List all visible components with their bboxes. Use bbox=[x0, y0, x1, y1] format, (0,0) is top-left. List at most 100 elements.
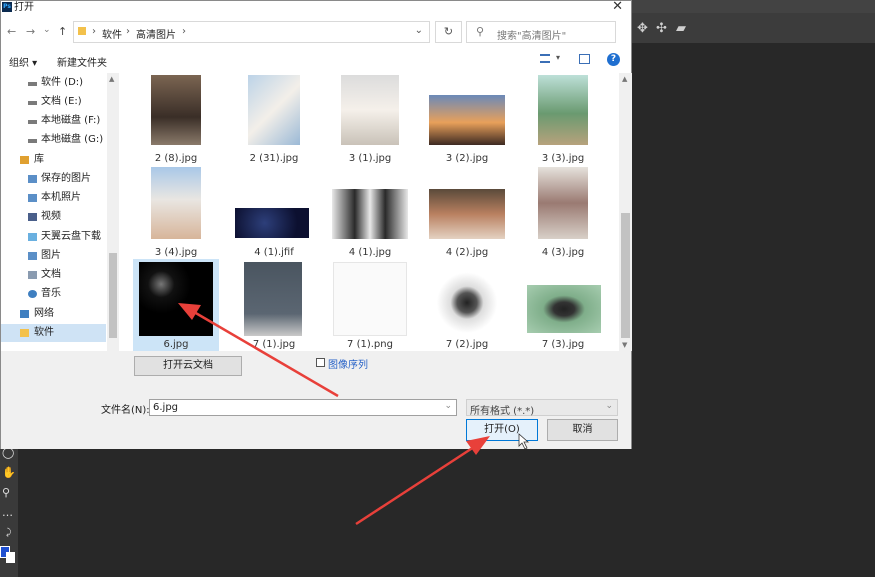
file-name: 7 (2).jpg bbox=[445, 339, 489, 350]
file-name: 3 (4).jpg bbox=[154, 247, 198, 258]
sidebar-item-label: 音乐 bbox=[41, 288, 61, 299]
change-view-icon[interactable] bbox=[540, 54, 550, 63]
file-tile[interactable]: 4 (1).jfif bbox=[231, 167, 317, 261]
image-sequence-checkbox[interactable] bbox=[316, 358, 325, 367]
file-tile[interactable]: 3 (2).jpg bbox=[424, 73, 510, 167]
sidebar-item-drive-e[interactable]: 文档 (E:) bbox=[1, 93, 106, 111]
drive-icon bbox=[28, 139, 37, 143]
sidebar-item-label: 本地磁盘 (F:) bbox=[41, 115, 101, 126]
file-tile[interactable]: 7 (1).jpg bbox=[231, 259, 317, 353]
sidebar-item-cloud-downloads[interactable]: 天翼云盘下载 bbox=[1, 228, 106, 246]
file-tile[interactable]: 7 (1).png bbox=[327, 259, 413, 353]
file-tile[interactable]: 7 (3).jpg bbox=[520, 259, 606, 353]
scroll-up-icon[interactable]: ▲ bbox=[109, 75, 114, 83]
file-name: 3 (2).jpg bbox=[445, 153, 489, 164]
file-tile[interactable]: 3 (1).jpg bbox=[327, 73, 413, 167]
video-camera-icon[interactable]: ▰ bbox=[676, 21, 686, 36]
video-icon bbox=[28, 213, 37, 221]
sidebar-item-label: 本机照片 bbox=[41, 192, 81, 203]
hand-tool-icon[interactable]: ✋ bbox=[2, 466, 16, 479]
sidebar-item-music[interactable]: 音乐 bbox=[1, 285, 106, 303]
file-tile-selected[interactable]: 6.jpg bbox=[133, 259, 219, 353]
file-tile[interactable]: 2 (31).jpg bbox=[231, 73, 317, 167]
swap-colors-icon[interactable]: ⤸ bbox=[6, 528, 11, 538]
open-cloud-document-button[interactable]: 打开云文档 bbox=[134, 356, 242, 376]
sidebar-item-label: 库 bbox=[34, 154, 44, 165]
sidebar-item-software[interactable]: 软件 bbox=[1, 324, 106, 342]
sidebar-item-network[interactable]: 网络 bbox=[1, 305, 106, 323]
pan-3d-icon[interactable]: ✣ bbox=[656, 21, 667, 36]
image-sequence-label[interactable]: 图像序列 bbox=[328, 356, 368, 371]
refresh-button[interactable]: ↻ bbox=[435, 21, 462, 43]
organize-button[interactable]: 组织 ▾ bbox=[9, 54, 37, 69]
file-type-value: 所有格式 (*.*) bbox=[470, 406, 535, 417]
file-grid: 2 (8).jpg 2 (31).jpg 3 (1).jpg 3 (2).jpg… bbox=[119, 73, 619, 353]
move-3d-icon[interactable]: ✥ bbox=[637, 21, 648, 36]
close-icon[interactable]: ✕ bbox=[612, 0, 623, 14]
image-thumbnail bbox=[333, 262, 407, 336]
breadcrumb-separator-icon: › bbox=[126, 26, 130, 37]
recent-locations-icon[interactable]: ⌄ bbox=[43, 25, 51, 35]
sidebar-item-label: 本地磁盘 (G:) bbox=[41, 134, 104, 145]
pictures-icon bbox=[28, 252, 37, 260]
file-tile[interactable]: 4 (2).jpg bbox=[424, 167, 510, 261]
file-tile[interactable]: 2 (8).jpg bbox=[133, 73, 219, 167]
breadcrumb-hd-images[interactable]: 高清图片 bbox=[136, 26, 176, 41]
scroll-up-icon[interactable]: ▲ bbox=[622, 75, 627, 83]
file-tile[interactable]: 4 (1).jpg bbox=[327, 167, 413, 261]
cancel-button[interactable]: 取消 bbox=[547, 419, 618, 441]
pictures-icon bbox=[28, 194, 37, 202]
sidebar-item-documents[interactable]: 文档 bbox=[1, 266, 106, 284]
sidebar-item-pictures[interactable]: 图片 bbox=[1, 247, 106, 265]
chevron-down-icon[interactable]: ⌄ bbox=[444, 401, 452, 411]
scrollbar-thumb[interactable] bbox=[621, 213, 630, 338]
image-thumbnail bbox=[244, 262, 302, 336]
back-arrow-icon[interactable]: ← bbox=[7, 25, 16, 38]
file-tile[interactable]: 7 (2).jpg bbox=[424, 259, 510, 353]
preview-pane-icon[interactable] bbox=[579, 54, 590, 64]
file-type-select[interactable]: 所有格式 (*.*) ⌄ bbox=[466, 399, 618, 417]
sidebar-item-drive-f[interactable]: 本地磁盘 (F:) bbox=[1, 112, 106, 130]
photoshop-menubar bbox=[632, 0, 875, 13]
more-tools-icon[interactable]: … bbox=[2, 506, 13, 519]
open-button[interactable]: 打开(O) bbox=[466, 419, 538, 441]
file-name: 2 (31).jpg bbox=[249, 153, 299, 164]
help-icon[interactable]: ? bbox=[607, 53, 620, 66]
background-color-swatch[interactable] bbox=[6, 552, 15, 563]
folder-icon bbox=[78, 27, 86, 35]
file-grid-scrollbar[interactable]: ▲ ▼ bbox=[619, 73, 632, 351]
new-folder-button[interactable]: 新建文件夹 bbox=[57, 54, 107, 69]
sidebar-item-library[interactable]: 库 bbox=[1, 151, 106, 169]
address-bar[interactable]: › 软件 › 高清图片 › ⌄ bbox=[73, 21, 430, 43]
scrollbar-thumb[interactable] bbox=[109, 253, 117, 338]
sidebar-item-saved-pictures[interactable]: 保存的图片 bbox=[1, 170, 106, 188]
photoshop-options-bar: ✥ ✣ ▰ bbox=[632, 13, 875, 44]
up-arrow-icon[interactable]: ↑ bbox=[58, 25, 67, 38]
breadcrumb-software[interactable]: 软件 bbox=[102, 26, 122, 41]
forward-arrow-icon[interactable]: → bbox=[26, 25, 35, 38]
folder-icon bbox=[20, 329, 29, 337]
cloud-folder-icon bbox=[28, 233, 37, 241]
network-icon bbox=[20, 310, 29, 318]
image-thumbnail bbox=[429, 189, 505, 239]
file-tile[interactable]: 4 (3).jpg bbox=[520, 167, 606, 261]
navigation-pane-scrollbar[interactable]: ▲ bbox=[107, 73, 119, 351]
command-bar: 组织 ▾ 新建文件夹 bbox=[1, 49, 631, 73]
sidebar-item-label: 天翼云盘下载 bbox=[41, 231, 101, 242]
image-thumbnail bbox=[332, 189, 408, 239]
chevron-down-icon[interactable]: ⌄ bbox=[415, 25, 423, 36]
file-tile[interactable]: 3 (3).jpg bbox=[520, 73, 606, 167]
chevron-down-icon[interactable]: ▾ bbox=[556, 53, 560, 62]
sidebar-item-camera-roll[interactable]: 本机照片 bbox=[1, 189, 106, 207]
file-tile[interactable]: 3 (4).jpg bbox=[133, 167, 219, 261]
sidebar-item-videos[interactable]: 视频 bbox=[1, 208, 106, 226]
image-thumbnail bbox=[527, 285, 601, 333]
sidebar-item-drive-g[interactable]: 本地磁盘 (G:) bbox=[1, 131, 106, 149]
file-name: 4 (3).jpg bbox=[541, 247, 585, 258]
sidebar-item-label: 软件 bbox=[34, 327, 54, 338]
filename-field[interactable]: 6.jpg ⌄ bbox=[149, 399, 457, 416]
scroll-down-icon[interactable]: ▼ bbox=[622, 341, 627, 349]
sidebar-item-drive-d[interactable]: 软件 (D:) bbox=[1, 74, 106, 92]
zoom-tool-icon[interactable]: ⚲ bbox=[2, 486, 10, 499]
search-input[interactable]: ⚲ 搜索"高清图片" bbox=[466, 21, 616, 43]
